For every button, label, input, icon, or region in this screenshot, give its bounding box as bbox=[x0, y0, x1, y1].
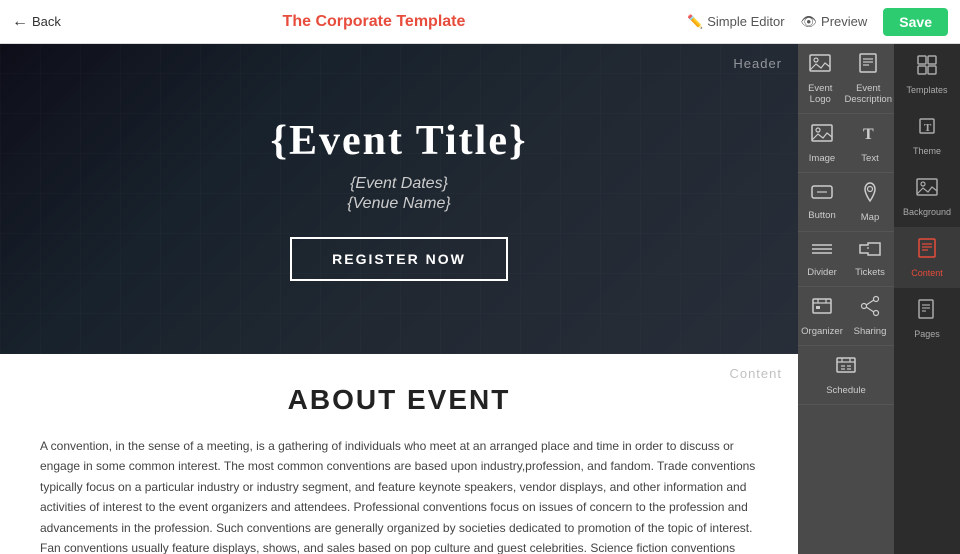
image-label: Image bbox=[809, 153, 835, 164]
simple-editor-button[interactable]: ✏️ Simple Editor bbox=[687, 14, 785, 30]
tool-organizer[interactable]: Organizer bbox=[798, 287, 846, 345]
templates-label: Templates bbox=[906, 85, 947, 95]
register-now-button[interactable]: REGISTER NOW bbox=[290, 237, 508, 281]
tool-event-description[interactable]: Event Description bbox=[842, 44, 894, 113]
page-title: The Corporate Template bbox=[61, 13, 687, 31]
preview-label: Preview bbox=[821, 14, 867, 29]
tool-row-5: Organizer Sharing bbox=[798, 287, 894, 346]
content-icon bbox=[916, 237, 938, 264]
about-title: ABOUT EVENT bbox=[40, 384, 758, 416]
tool-text[interactable]: T Text bbox=[846, 114, 894, 172]
organizer-label: Organizer bbox=[801, 326, 843, 337]
button-icon bbox=[811, 183, 833, 207]
preview-button[interactable]: 👁 Preview bbox=[801, 14, 868, 30]
tab-theme[interactable]: T Theme bbox=[894, 105, 960, 166]
event-venue: {Venue Name} bbox=[347, 195, 450, 213]
tool-row-3: Button Map bbox=[798, 173, 894, 232]
canvas: Header {Event Title} {Event Dates} {Venu… bbox=[0, 44, 798, 554]
event-logo-label: Event Logo bbox=[800, 83, 840, 105]
event-title: {Event Title} bbox=[270, 117, 527, 165]
top-bar: ← Back The Corporate Template ✏️ Simple … bbox=[0, 0, 960, 44]
text-icon: T bbox=[859, 122, 881, 150]
header-content: {Event Title} {Event Dates} {Venue Name}… bbox=[0, 44, 798, 354]
organizer-icon bbox=[811, 295, 833, 323]
tab-background[interactable]: Background bbox=[894, 166, 960, 227]
back-button[interactable]: ← Back bbox=[12, 13, 61, 31]
back-arrow-icon: ← bbox=[12, 13, 28, 31]
theme-icon: T bbox=[916, 115, 938, 142]
preview-icon: 👁 bbox=[801, 14, 818, 30]
tool-tickets[interactable]: Tickets bbox=[846, 232, 894, 286]
tool-sharing[interactable]: Sharing bbox=[846, 287, 894, 345]
event-logo-icon bbox=[809, 52, 831, 80]
background-icon bbox=[916, 176, 938, 203]
tabs-panel: Templates T Theme bbox=[894, 44, 960, 554]
tool-row-1: Event Logo Event Description bbox=[798, 44, 894, 114]
tool-map[interactable]: Map bbox=[846, 173, 894, 231]
theme-label: Theme bbox=[913, 146, 941, 156]
sharing-icon bbox=[859, 295, 881, 323]
about-text: A convention, in the sense of a meeting,… bbox=[40, 436, 758, 554]
editor-icon: ✏️ bbox=[687, 14, 703, 30]
back-label: Back bbox=[32, 14, 61, 29]
tool-row-6: Schedule bbox=[798, 346, 894, 405]
svg-text:T: T bbox=[863, 126, 874, 143]
tool-row-2: Image T Text bbox=[798, 114, 894, 173]
tool-divider[interactable]: Divider bbox=[798, 232, 846, 286]
tab-content[interactable]: Content bbox=[894, 227, 960, 288]
tab-pages[interactable]: Pages bbox=[894, 288, 960, 349]
tickets-label: Tickets bbox=[855, 267, 885, 278]
divider-icon bbox=[811, 240, 833, 264]
tickets-icon bbox=[859, 240, 881, 264]
header-section: Header {Event Title} {Event Dates} {Venu… bbox=[0, 44, 798, 354]
event-dates: {Event Dates} bbox=[350, 175, 448, 193]
pages-icon bbox=[916, 298, 938, 325]
divider-label: Divider bbox=[807, 267, 837, 278]
tools-panel: Event Logo Event Description bbox=[798, 44, 894, 554]
svg-text:T: T bbox=[924, 122, 932, 134]
button-label: Button bbox=[808, 210, 835, 221]
schedule-label: Schedule bbox=[826, 385, 866, 396]
image-icon bbox=[811, 122, 833, 150]
content-section: Content ABOUT EVENT A convention, in the… bbox=[0, 354, 798, 554]
editor-label: Simple Editor bbox=[707, 14, 784, 29]
right-panel: Event Logo Event Description bbox=[798, 44, 960, 554]
map-label: Map bbox=[861, 212, 879, 223]
map-icon bbox=[859, 181, 881, 209]
tab-templates[interactable]: Templates bbox=[894, 44, 960, 105]
schedule-icon bbox=[835, 354, 857, 382]
event-description-icon bbox=[857, 52, 879, 80]
content-label: Content bbox=[729, 366, 782, 381]
main-layout: Header {Event Title} {Event Dates} {Venu… bbox=[0, 44, 960, 554]
tool-image[interactable]: Image bbox=[798, 114, 846, 172]
tool-button[interactable]: Button bbox=[798, 173, 846, 231]
text-label: Text bbox=[861, 153, 878, 164]
event-description-label: Event Description bbox=[844, 83, 892, 105]
background-label: Background bbox=[903, 207, 951, 217]
tool-row-4: Divider Tickets bbox=[798, 232, 894, 287]
top-right-actions: ✏️ Simple Editor 👁 Preview Save bbox=[687, 8, 948, 36]
save-button[interactable]: Save bbox=[883, 8, 948, 36]
sharing-label: Sharing bbox=[854, 326, 887, 337]
tool-schedule[interactable]: Schedule bbox=[824, 346, 868, 404]
tool-event-logo[interactable]: Event Logo bbox=[798, 44, 842, 113]
content-label-tab: Content bbox=[911, 268, 943, 278]
pages-label: Pages bbox=[914, 329, 940, 339]
templates-icon bbox=[916, 54, 938, 81]
